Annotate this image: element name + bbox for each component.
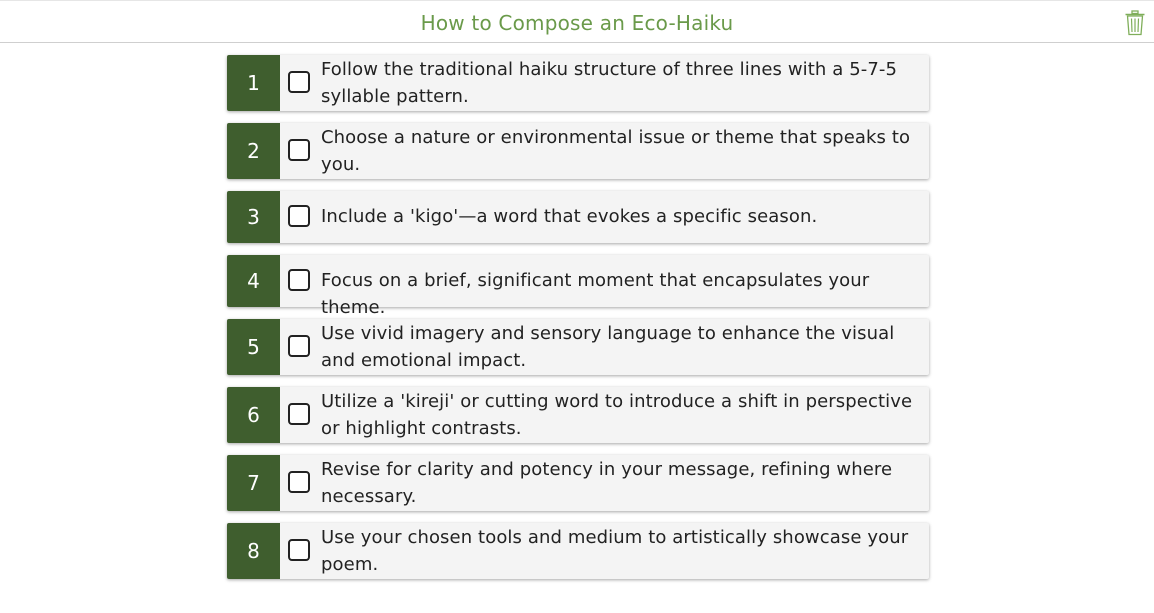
step-text: Choose a nature or environmental issue o… — [321, 127, 911, 175]
step-item: 7 Revise for clarity and potency in your… — [227, 455, 929, 511]
step-checkbox[interactable] — [288, 71, 310, 93]
step-item: 8 Use your chosen tools and medium to ar… — [227, 523, 929, 579]
step-text: Follow the traditional haiku structure o… — [321, 59, 898, 107]
step-number: 6 — [227, 387, 280, 443]
step-checkbox[interactable] — [288, 471, 310, 493]
step-item: 4 Focus on a brief, significant moment t… — [227, 255, 929, 318]
step-number: 2 — [227, 123, 280, 179]
step-checkbox[interactable] — [288, 539, 310, 561]
step-checkbox[interactable] — [288, 139, 310, 161]
page-title: How to Compose an Eco-Haiku — [420, 11, 734, 35]
step-checkbox[interactable] — [288, 205, 310, 227]
step-text: Use vivid imagery and sensory language t… — [321, 323, 895, 371]
step-checkbox[interactable] — [288, 403, 310, 425]
step-number: 1 — [227, 55, 280, 111]
step-text: Revise for clarity and potency in your m… — [321, 459, 893, 507]
step-number: 4 — [227, 255, 280, 307]
step-checkbox[interactable] — [288, 269, 310, 291]
step-text: Focus on a brief, significant moment tha… — [321, 270, 870, 318]
step-number: 3 — [227, 191, 280, 243]
step-text: Utilize a 'kireji' or cutting word to in… — [321, 391, 913, 439]
step-item: 1 Follow the traditional haiku structure… — [227, 55, 929, 111]
step-checkbox[interactable] — [288, 335, 310, 357]
step-number: 5 — [227, 319, 280, 375]
step-item: 2 Choose a nature or environmental issue… — [227, 123, 929, 179]
step-text: Use your chosen tools and medium to arti… — [321, 527, 909, 575]
step-number: 7 — [227, 455, 280, 511]
step-item: 3 Include a 'kigo'—a word that evokes a … — [227, 191, 929, 243]
step-item: 6 Utilize a 'kireji' or cutting word to … — [227, 387, 929, 443]
step-number: 8 — [227, 523, 280, 579]
trash-icon[interactable] — [1124, 10, 1146, 36]
step-text: Include a 'kigo'—a word that evokes a sp… — [321, 206, 818, 227]
step-item: 5 Use vivid imagery and sensory language… — [227, 319, 929, 375]
header-bar: How to Compose an Eco-Haiku — [0, 0, 1154, 43]
